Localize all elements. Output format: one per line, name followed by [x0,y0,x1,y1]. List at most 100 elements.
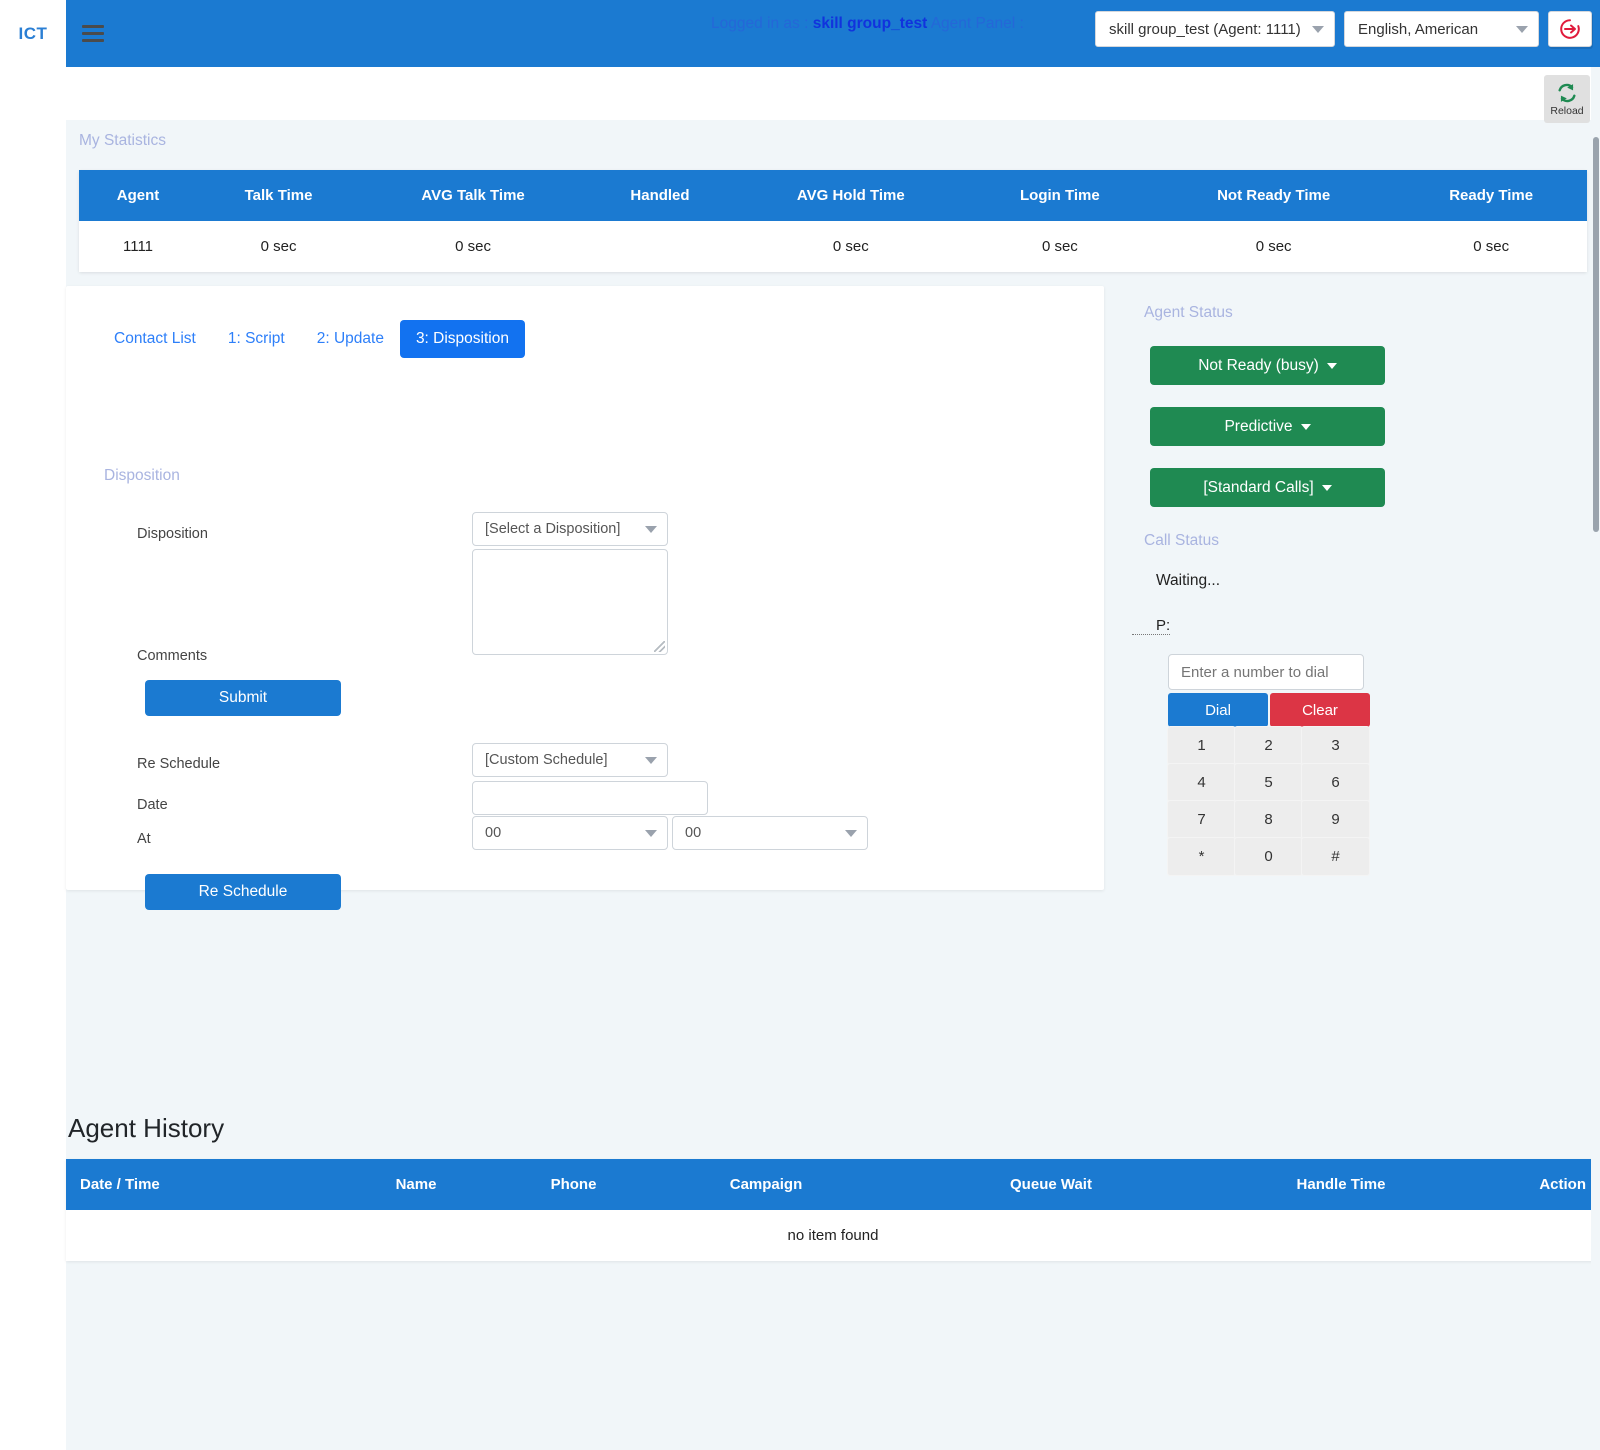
refresh-icon [1555,82,1579,104]
agent-history-empty-message: no item found [66,1210,1600,1261]
statistics-table: Agent Talk Time AVG Talk Time Handled AV… [79,170,1587,272]
stats-col-handled: Handled [586,170,734,221]
submit-button[interactable]: Submit [145,680,341,716]
statistics-section-title: My Statistics [66,120,1600,150]
keypad-key-star[interactable]: * [1168,838,1235,875]
brand-logo-text: ICT [19,24,48,44]
page-scrollbar-thumb[interactable] [1593,137,1599,532]
keypad-key-5[interactable]: 5 [1235,764,1302,801]
stats-cell-ready-time: 0 sec [1395,221,1587,272]
keypad-key-3[interactable]: 3 [1302,727,1369,764]
stats-col-login-time: Login Time [968,170,1152,221]
at-hour-value: 00 [485,825,637,841]
tab-script[interactable]: 1: Script [212,320,301,358]
agent-history-header-row: Date / Time Name Phone Campaign Queue Wa… [66,1159,1600,1210]
panel-tabs: Contact List 1: Script 2: Update 3: Disp… [98,320,525,358]
dial-number-input[interactable] [1168,654,1364,690]
stats-col-ready-time: Ready Time [1395,170,1587,221]
hamburger-menu-icon[interactable] [66,0,120,67]
call-status-state: Waiting... [1132,550,1600,590]
chevron-down-icon [1516,26,1528,33]
dialing-mode-button[interactable]: Predictive [1150,407,1385,446]
stats-cell-handled [586,221,734,272]
at-minute-value: 00 [685,825,837,841]
keypad-key-8[interactable]: 8 [1235,801,1302,838]
logged-in-prefix: Logged in as : [711,15,813,32]
comments-textarea[interactable] [472,549,668,655]
stats-cell-avg-hold-time: 0 sec [734,221,968,272]
hist-col-queue-wait: Queue Wait [881,1159,1221,1210]
brand-logo[interactable]: ICT [0,0,66,67]
chevron-down-icon [845,830,857,837]
tab-update[interactable]: 2: Update [301,320,400,358]
reload-button[interactable]: Reload [1544,75,1590,123]
page-scrollbar[interactable] [1591,67,1600,1450]
keypad-key-hash[interactable]: # [1302,838,1369,875]
disposition-panel: Contact List 1: Script 2: Update 3: Disp… [66,286,1104,890]
tab-contact-list[interactable]: Contact List [98,320,212,358]
stats-cell-talk-time: 0 sec [197,221,360,272]
language-select[interactable]: English, American [1344,11,1539,47]
comments-field-label: Comments [137,648,207,664]
stats-col-talk-time: Talk Time [197,170,360,221]
clear-button[interactable]: Clear [1270,693,1370,727]
keypad-key-9[interactable]: 9 [1302,801,1369,838]
content-top-strip [66,67,1600,120]
at-field-label: At [137,831,151,847]
stats-cell-login-time: 0 sec [968,221,1152,272]
call-type-button[interactable]: [Standard Calls] [1150,468,1385,507]
keypad-key-4[interactable]: 4 [1168,764,1235,801]
agent-history-table: Date / Time Name Phone Campaign Queue Wa… [66,1159,1600,1261]
top-navbar: ICT Logged in as : skill group_test Agen… [0,0,1600,67]
reschedule-button[interactable]: Re Schedule [145,874,341,910]
keypad-key-7[interactable]: 7 [1168,801,1235,838]
reschedule-field-label: Re Schedule [137,756,220,772]
agent-status-button[interactable]: Not Ready (busy) [1150,346,1385,385]
logout-icon [1558,17,1582,41]
hist-col-handle-time: Handle Time [1221,1159,1461,1210]
tab-disposition[interactable]: 3: Disposition [400,320,525,358]
keypad-key-6[interactable]: 6 [1302,764,1369,801]
language-select-value: English, American [1358,21,1508,38]
chevron-down-icon [645,757,657,764]
call-status-title: Call Status [1132,507,1600,550]
keypad-key-2[interactable]: 2 [1235,727,1302,764]
agent-history-title: Agent History [66,1113,224,1144]
chevron-down-icon [1322,485,1332,491]
keypad-key-0[interactable]: 0 [1235,838,1302,875]
logout-button[interactable] [1548,11,1592,47]
at-minute-select[interactable]: 00 [672,816,868,850]
table-row: 1111 0 sec 0 sec 0 sec 0 sec 0 sec 0 sec [79,221,1587,272]
stats-cell-avg-talk-time: 0 sec [360,221,586,272]
disposition-field-label: Disposition [137,526,208,542]
navbar-right-controls: skill group_test (Agent: 1111) English, … [1095,11,1592,47]
reschedule-select[interactable]: [Custom Schedule] [472,743,668,777]
disposition-select[interactable]: [Select a Disposition] [472,512,668,546]
agent-history-empty-row: no item found [66,1210,1600,1261]
agent-panel-label: Agent Panel : [931,15,1024,32]
keypad-key-1[interactable]: 1 [1168,727,1235,764]
reschedule-select-value: [Custom Schedule] [485,752,637,768]
stats-cell-agent: 1111 [79,221,197,272]
stats-col-agent: Agent [79,170,197,221]
dial-button[interactable]: Dial [1168,693,1268,727]
hist-col-campaign: Campaign [651,1159,881,1210]
dialing-mode-label: Predictive [1224,418,1292,436]
agent-status-title: Agent Status [1132,286,1600,322]
date-input[interactable] [472,781,708,815]
call-type-label: [Standard Calls] [1203,479,1313,497]
stats-col-not-ready-time: Not Ready Time [1152,170,1395,221]
hist-col-action: Action [1461,1159,1600,1210]
navbar: Logged in as : skill group_test Agent Pa… [66,0,1600,67]
agent-history-card: Date / Time Name Phone Campaign Queue Wa… [66,1159,1600,1261]
statistics-card: Agent Talk Time AVG Talk Time Handled AV… [79,170,1587,272]
logged-in-username: skill group_test [813,15,928,32]
disposition-section-title: Disposition [104,467,180,485]
hist-col-date-time: Date / Time [66,1159,336,1210]
agent-select[interactable]: skill group_test (Agent: 1111) [1095,11,1335,47]
stats-col-avg-talk-time: AVG Talk Time [360,170,586,221]
right-sidebar: Agent Status Not Ready (busy) Predictive… [1132,286,1600,875]
chevron-down-icon [1312,26,1324,33]
disposition-select-value: [Select a Disposition] [485,521,637,537]
at-hour-select[interactable]: 00 [472,816,668,850]
